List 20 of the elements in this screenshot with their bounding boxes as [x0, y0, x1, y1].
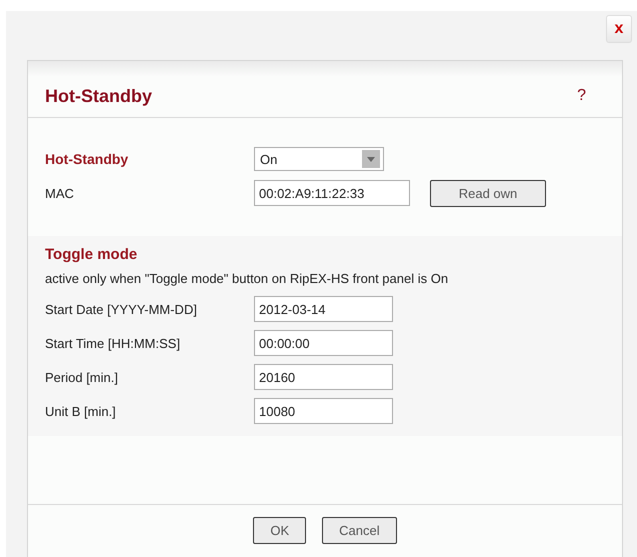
- field-label: Hot-Standby: [45, 151, 130, 167]
- field-label: Start Time [HH:MM:SS]: [45, 336, 182, 350]
- input-field[interactable]: 00:02:A9:11:22:33: [254, 180, 410, 206]
- field-label: Period [min.]: [45, 370, 119, 384]
- input-field[interactable]: 00:00:00: [254, 330, 393, 356]
- dialog-button[interactable]: Cancel: [322, 517, 397, 544]
- section-title: Toggle mode: [45, 246, 138, 263]
- field-label: Start Date [YYYY-MM-DD]: [45, 302, 198, 316]
- field-label: MAC: [45, 186, 75, 200]
- field-label: Unit B [min.]: [45, 404, 117, 418]
- input-field[interactable]: 10080: [254, 398, 393, 424]
- close-button[interactable]: x: [606, 15, 632, 43]
- dialog-title: Hot-Standby: [45, 86, 152, 106]
- dropdown[interactable]: On: [254, 147, 384, 171]
- help-link[interactable]: ?: [577, 87, 586, 105]
- note-text: active only when "Toggle mode" button on RipEX-HS front panel is On: [45, 271, 450, 286]
- input-field[interactable]: 20160: [254, 364, 393, 390]
- dialog-button[interactable]: OK: [253, 517, 306, 544]
- input-field[interactable]: 2012-03-14: [254, 296, 393, 322]
- read-own-button[interactable]: Read own: [430, 180, 546, 206]
